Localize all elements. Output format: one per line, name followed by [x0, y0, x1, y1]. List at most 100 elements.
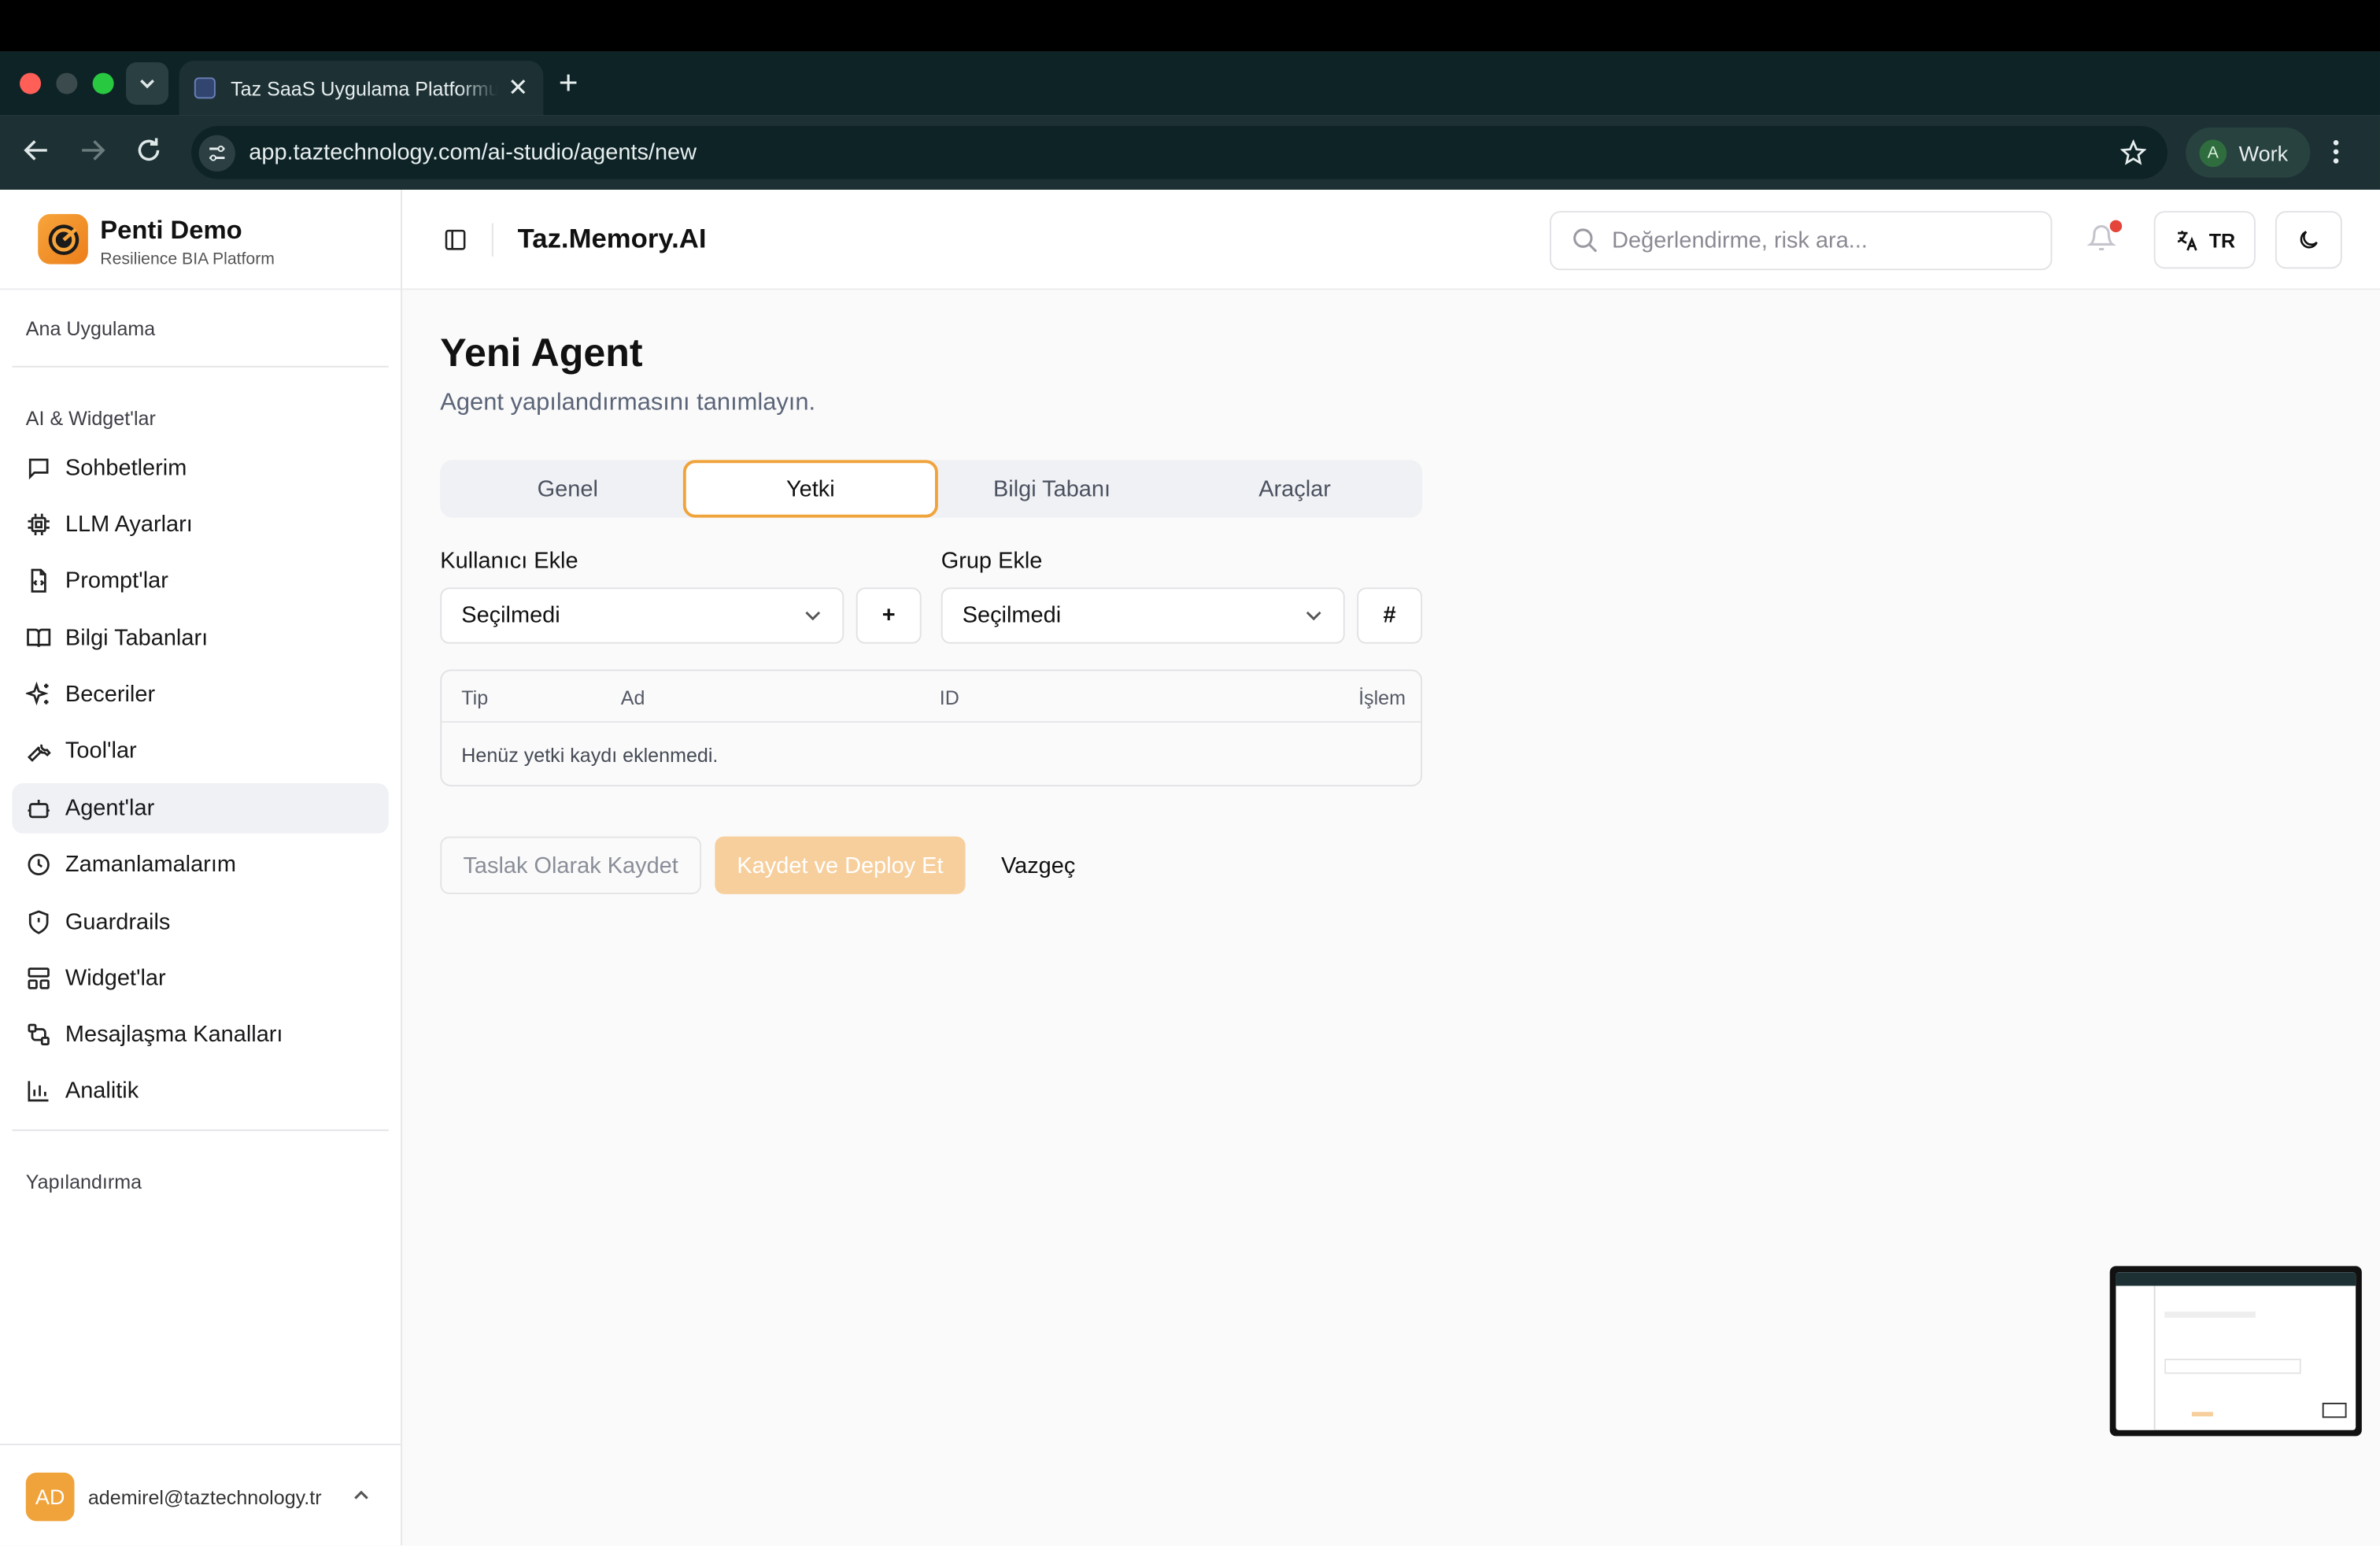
- user-select-value: Seçilmedi: [461, 602, 560, 629]
- sidebar-toggle-icon[interactable]: [443, 227, 468, 252]
- thumbnail-preview: [2116, 1272, 2356, 1430]
- theme-toggle-button[interactable]: [2275, 211, 2342, 269]
- sidebar-item-label: Agent'lar: [65, 795, 155, 822]
- user-add-label: Kullanıcı Ekle: [440, 548, 578, 574]
- save-and-deploy-button[interactable]: Kaydet ve Deploy Et: [715, 836, 966, 894]
- minimize-window-button[interactable]: [56, 72, 78, 94]
- user-menu[interactable]: AD ademirel@taztechnology.tr: [0, 1444, 401, 1545]
- chevron-down-icon: [805, 611, 821, 621]
- tab-general[interactable]: Genel: [440, 460, 695, 517]
- shield-icon: [28, 910, 49, 934]
- group-label-config[interactable]: Yapılandırma: [26, 1171, 142, 1193]
- avatar: AD: [25, 1472, 75, 1522]
- search-box[interactable]: [1550, 211, 2053, 271]
- wrench-icon: [27, 744, 51, 762]
- add-user-button[interactable]: +: [856, 587, 922, 644]
- brand[interactable]: Penti Demo Resilience BIA Platform: [0, 190, 401, 290]
- brand-subtitle: Resilience BIA Platform: [100, 250, 275, 269]
- address-bar[interactable]: app.taztechnology.com/ai-studio/agents/n…: [190, 126, 2168, 179]
- back-icon[interactable]: [23, 135, 50, 166]
- workflow-icon: [28, 1023, 50, 1045]
- close-tab-icon[interactable]: ✕: [508, 73, 528, 104]
- sidebar-item-schedules[interactable]: Zamanlamalarım: [12, 839, 388, 890]
- browser-tab[interactable]: Taz SaaS Uygulama Platformu ✕: [179, 61, 544, 116]
- site-settings-icon[interactable]: [198, 134, 235, 171]
- cancel-button[interactable]: Vazgeç: [984, 837, 1093, 894]
- brand-name: Penti Demo: [100, 215, 242, 245]
- notification-badge: [2109, 220, 2123, 233]
- url-text: app.taztechnology.com/ai-studio/agents/n…: [249, 139, 697, 166]
- clock-icon: [28, 853, 50, 875]
- table-divider: [442, 721, 1421, 723]
- chevron-down-icon: [140, 79, 155, 89]
- bookmark-star-icon[interactable]: [2120, 139, 2146, 165]
- page-subtitle: Agent yapılandırmasını tanımlayın.: [440, 390, 816, 416]
- save-draft-button[interactable]: Taslak Olarak Kaydet: [440, 836, 701, 894]
- browser-menu-icon[interactable]: [2331, 138, 2341, 165]
- sidebar-item-label: LLM Ayarları: [65, 511, 193, 538]
- profile-button[interactable]: A Work: [2186, 127, 2311, 178]
- bot-icon: [28, 800, 50, 819]
- group-add-label: Grup Ekle: [941, 548, 1043, 574]
- maximize-window-button[interactable]: [92, 72, 114, 94]
- table-empty-message: Henüz yetki kaydı eklenmedi.: [461, 743, 719, 767]
- profile-name: Work: [2238, 140, 2289, 165]
- sidebar-item-label: Tool'lar: [65, 738, 137, 764]
- browser-tab-title: Taz SaaS Uygulama Platformu: [231, 76, 498, 100]
- sidebar-item-guardrails[interactable]: Guardrails: [12, 897, 388, 948]
- sidebar-item-skills[interactable]: Beceriler: [12, 669, 388, 719]
- new-tab-button[interactable]: +: [559, 64, 578, 103]
- sidebar-item-label: Prompt'lar: [65, 568, 168, 594]
- search-input[interactable]: [1612, 227, 2022, 254]
- sidebar-item-label: Analitik: [65, 1078, 139, 1104]
- language-button[interactable]: TR: [2153, 211, 2256, 269]
- sidebar-item-messaging-channels[interactable]: Mesajlaşma Kanalları: [12, 1009, 388, 1060]
- chevron-down-icon: [1306, 611, 1321, 621]
- screenshot-thumbnail[interactable]: [2109, 1266, 2362, 1437]
- app-title: Taz.Memory.AI: [517, 223, 707, 254]
- sidebar-item-label: Beceriler: [65, 681, 156, 708]
- sidebar-item-agents[interactable]: Agent'lar: [12, 783, 389, 834]
- reload-icon[interactable]: [135, 135, 163, 166]
- brand-logo-icon: [38, 213, 88, 264]
- bar-chart-icon: [28, 1081, 49, 1102]
- sidebar-divider: [12, 1129, 389, 1131]
- page-title: Yeni Agent: [440, 329, 643, 375]
- group-select[interactable]: Seçilmedi: [941, 587, 1345, 644]
- group-select-value: Seçilmedi: [962, 602, 1062, 629]
- file-code-icon: [31, 568, 46, 593]
- user-select[interactable]: Seçilmedi: [440, 587, 844, 644]
- group-label-main[interactable]: Ana Uygulama: [26, 317, 155, 340]
- sidebar-item-label: Zamanlamalarım: [65, 851, 236, 878]
- tab-tools[interactable]: Araçlar: [1173, 460, 1417, 517]
- sidebar-item-widgets[interactable]: Widget'lar: [12, 953, 388, 1004]
- forward-icon[interactable]: [79, 135, 106, 166]
- tab-knowledge-base[interactable]: Bilgi Tabanı: [930, 460, 1173, 517]
- sidebar: Penti Demo Resilience BIA Platform Ana U…: [0, 190, 403, 1546]
- user-email: ademirel@taztechnology.tr: [87, 1486, 322, 1509]
- sidebar-item-label: Sohbetlerim: [65, 455, 187, 482]
- add-group-button[interactable]: #: [1357, 587, 1423, 644]
- tab-permissions[interactable]: Yetki: [682, 460, 938, 518]
- sidebar-item-tools[interactable]: Tool'lar: [12, 726, 388, 776]
- sidebar-item-prompts[interactable]: Prompt'lar: [12, 556, 388, 606]
- sidebar-item-label: Widget'lar: [65, 965, 166, 992]
- menu-bar-area: [0, 0, 2380, 52]
- tab-list: Genel Yetki Bilgi Tabanı Araçlar: [440, 460, 1423, 518]
- sidebar-item-label: Mesajlaşma Kanalları: [65, 1021, 283, 1048]
- favicon-icon: [194, 77, 216, 99]
- book-open-icon: [27, 628, 51, 648]
- sidebar-item-analytics[interactable]: Analitik: [12, 1066, 388, 1116]
- sidebar-divider: [12, 365, 389, 368]
- moon-icon: [2300, 231, 2318, 249]
- sidebar-item-llm-settings[interactable]: LLM Ayarları: [12, 499, 388, 549]
- close-window-button[interactable]: [20, 72, 42, 94]
- sparkles-icon: [25, 681, 49, 706]
- language-code: TR: [2208, 228, 2236, 252]
- sidebar-item-chats[interactable]: Sohbetlerim: [12, 443, 388, 494]
- screen: Taz SaaS Uygulama Platformu ✕ + app.tazt…: [0, 0, 2380, 1546]
- column-header-name: Ad: [620, 686, 645, 709]
- sidebar-item-knowledge-bases[interactable]: Bilgi Tabanları: [12, 613, 388, 664]
- layout-icon: [28, 967, 50, 989]
- tab-search-button[interactable]: [126, 62, 169, 105]
